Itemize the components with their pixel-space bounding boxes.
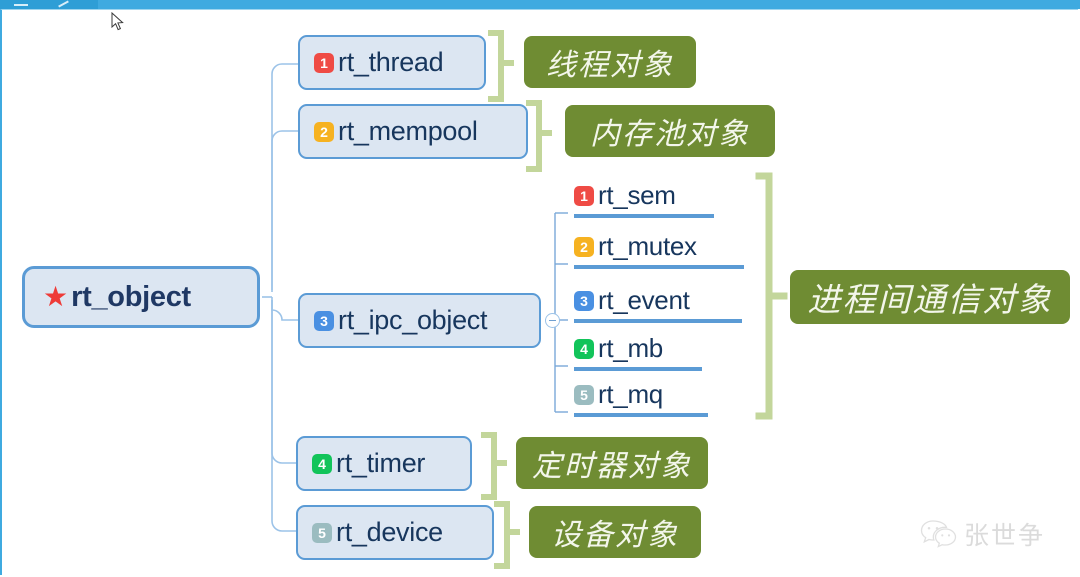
annotation-rt-timer-text: 定时器对象 [532, 449, 692, 484]
node-rt-mempool[interactable]: 2 rt_mempool [298, 104, 528, 159]
window-tab[interactable] [0, 0, 98, 9]
annotation-rt-thread: 线程对象 [524, 36, 696, 88]
node-rt-mempool-label: rt_mempool [338, 116, 478, 146]
node-rt-event-label: rt_event [598, 285, 690, 315]
mindmap-canvas: ★ rt_object 1 rt_thread 2 rt_mempool 3 r… [0, 0, 1080, 577]
annotation-rt-mempool: 内存池对象 [565, 105, 775, 157]
window-top-bar [0, 0, 1080, 9]
node-rt-thread-label: rt_thread [338, 47, 444, 77]
node-rt-mb-label: rt_mb [598, 333, 663, 363]
collapse-toggle-rt-ipc-object[interactable] [545, 313, 560, 328]
annotation-rt-ipc-object: 进程间通信对象 [790, 270, 1070, 324]
node-rt-mq[interactable]: 5 rt_mq [574, 379, 708, 417]
node-rt-device-label: rt_device [336, 517, 443, 547]
node-rt-mb[interactable]: 4 rt_mb [574, 333, 702, 371]
badge-5: 5 [574, 384, 594, 405]
badge-3: 3 [314, 310, 334, 331]
badge-2: 2 [574, 236, 594, 257]
node-rt-ipc-object-label: rt_ipc_object [338, 305, 488, 335]
node-rt-sem-label: rt_sem [598, 180, 676, 210]
badge-5: 5 [312, 522, 332, 543]
node-rt-device[interactable]: 5 rt_device [296, 505, 494, 560]
watermark-text: 张世争 [964, 521, 1046, 550]
node-rt-object-label: rt_object [71, 280, 191, 313]
badge-4: 4 [312, 453, 332, 474]
annotation-rt-ipc-object-text: 进程间通信对象 [807, 280, 1053, 319]
red-star-icon: ★ [43, 281, 69, 312]
badge-2: 2 [314, 121, 334, 142]
annotation-rt-device: 设备对象 [529, 506, 701, 558]
node-rt-timer[interactable]: 4 rt_timer [296, 436, 472, 491]
mouse-cursor [111, 12, 124, 31]
watermark: 张世争 [920, 516, 1045, 552]
annotation-rt-device-text: 设备对象 [551, 518, 679, 553]
node-rt-ipc-object[interactable]: 3 rt_ipc_object [298, 293, 541, 348]
window-tab-glyphs [14, 0, 84, 8]
node-rt-timer-label: rt_timer [336, 448, 426, 478]
badge-1: 1 [574, 185, 594, 206]
node-rt-event[interactable]: 3 rt_event [574, 285, 742, 323]
wechat-icon [920, 520, 957, 548]
node-rt-thread[interactable]: 1 rt_thread [298, 35, 486, 90]
annotation-rt-mempool-text: 内存池对象 [590, 117, 750, 152]
node-rt-object[interactable]: ★ rt_object [22, 266, 260, 328]
annotation-rt-timer: 定时器对象 [516, 437, 708, 489]
node-rt-sem[interactable]: 1 rt_sem [574, 180, 714, 218]
badge-4: 4 [574, 338, 594, 359]
annotation-rt-thread-text: 线程对象 [546, 48, 674, 83]
node-rt-mutex[interactable]: 2 rt_mutex [574, 231, 744, 269]
badge-1: 1 [314, 52, 334, 73]
node-rt-mq-label: rt_mq [598, 379, 663, 409]
node-rt-mutex-label: rt_mutex [598, 231, 697, 261]
badge-3: 3 [574, 290, 594, 311]
